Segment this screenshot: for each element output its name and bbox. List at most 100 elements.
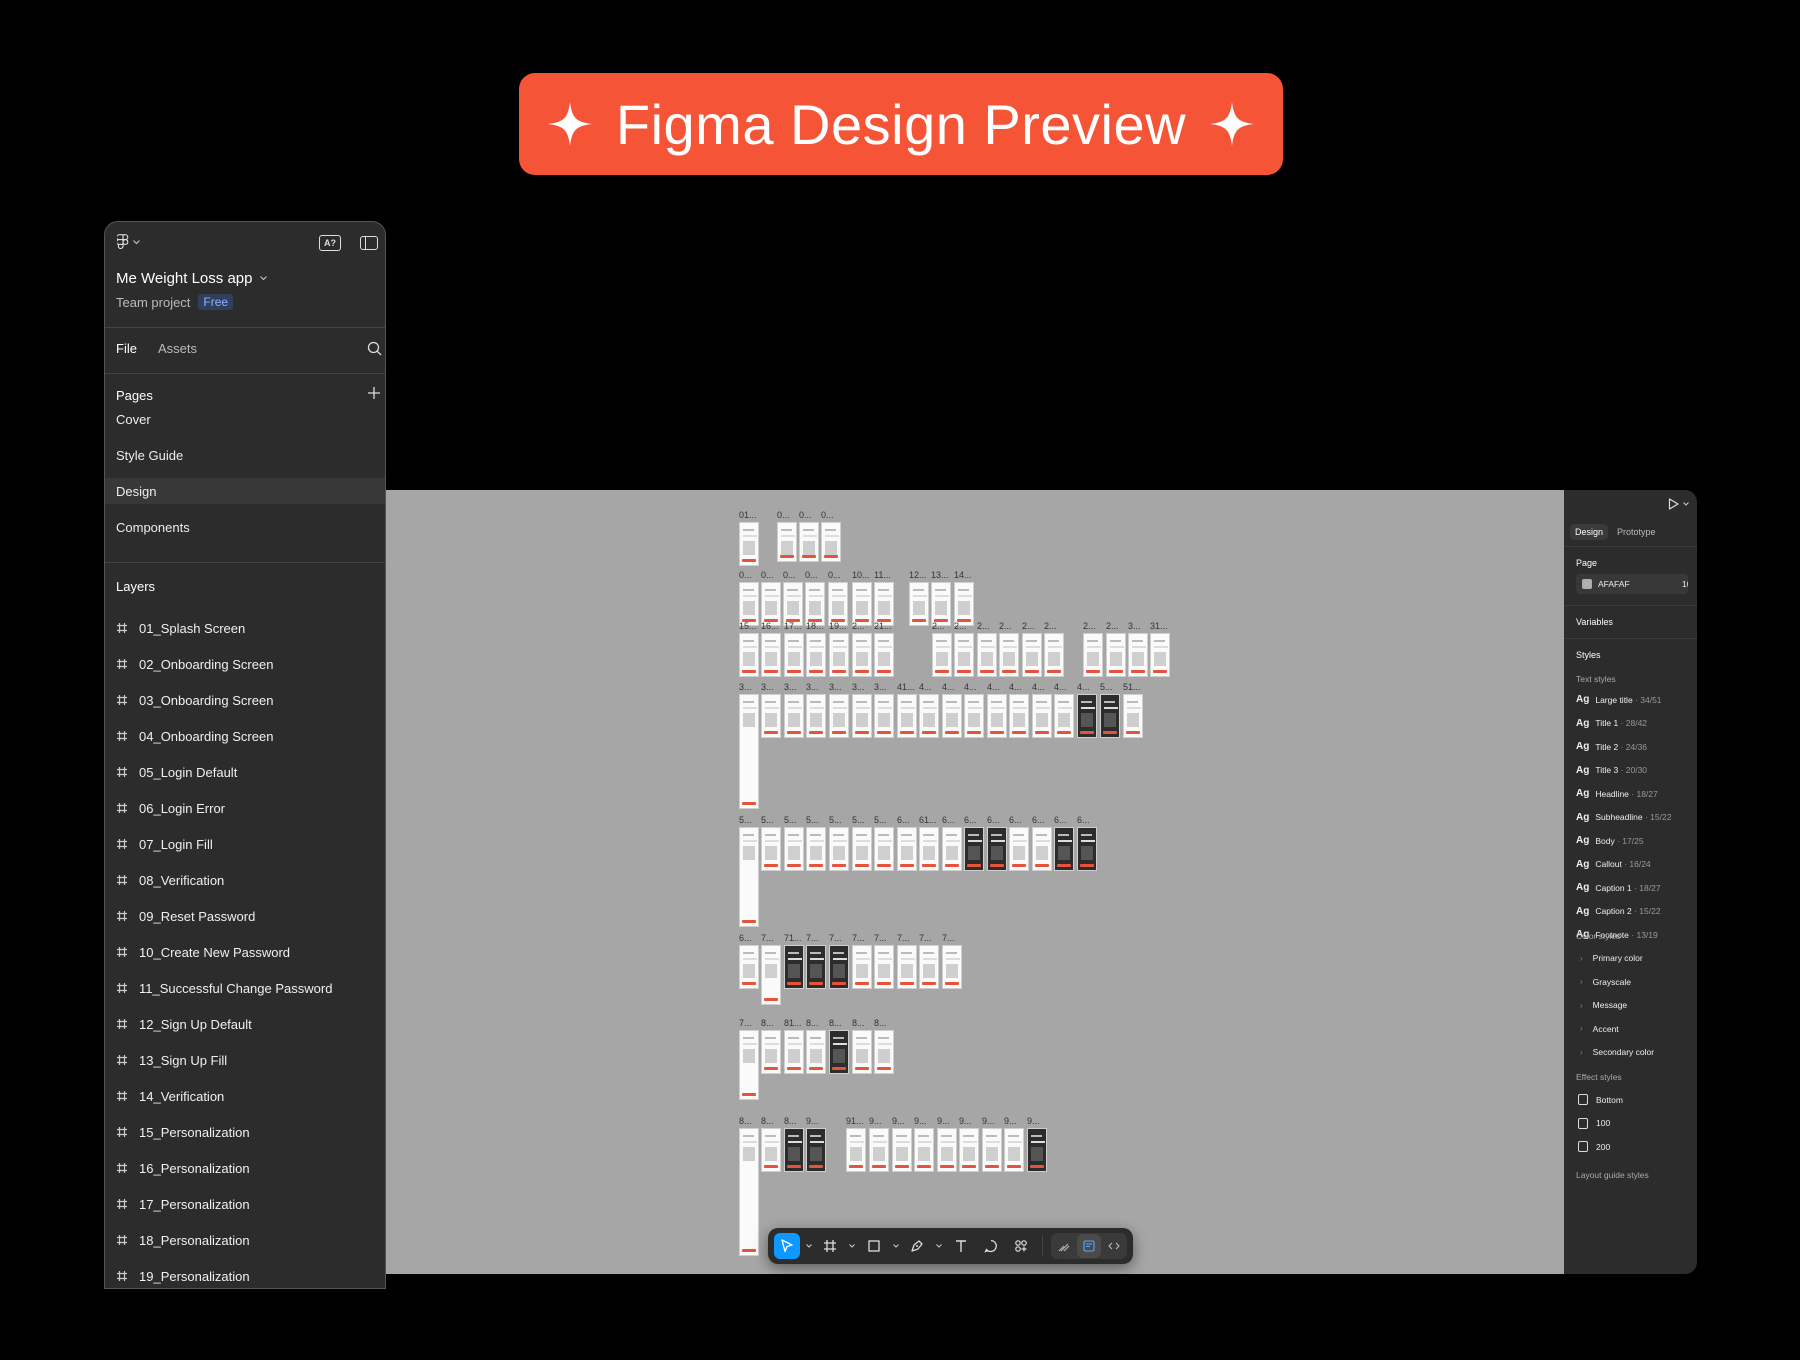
- screen-frame-thumbnail[interactable]: [1077, 694, 1097, 738]
- frame-label[interactable]: 8...: [874, 1018, 887, 1028]
- screen-frame-thumbnail[interactable]: [1027, 1128, 1047, 1172]
- frame-label[interactable]: 7...: [829, 933, 842, 943]
- frame-label[interactable]: 5...: [806, 815, 819, 825]
- screen-frame-thumbnail[interactable]: [874, 633, 894, 677]
- frame-label[interactable]: 5...: [739, 815, 752, 825]
- design-mode-button[interactable]: [1077, 1234, 1102, 1258]
- plan-badge[interactable]: Free: [198, 294, 234, 310]
- frame-label[interactable]: 0...: [821, 510, 834, 520]
- frame-label[interactable]: 18...: [806, 621, 824, 631]
- layer-item[interactable]: 06_Login Error: [105, 795, 385, 821]
- frame-label[interactable]: 9...: [806, 1116, 819, 1126]
- screen-frame-thumbnail[interactable]: [964, 827, 984, 871]
- screen-frame-thumbnail[interactable]: [852, 582, 872, 626]
- screen-frame-thumbnail[interactable]: [761, 582, 781, 626]
- screen-frame-thumbnail[interactable]: [806, 1128, 826, 1172]
- frame-label[interactable]: 9...: [1027, 1116, 1040, 1126]
- frame-label[interactable]: 8...: [739, 1116, 752, 1126]
- screen-frame-thumbnail[interactable]: [761, 827, 781, 871]
- screen-frame-thumbnail[interactable]: [739, 694, 759, 809]
- screen-frame-thumbnail[interactable]: [959, 1128, 979, 1172]
- effect-style-item[interactable]: Bottom: [1578, 1094, 1623, 1105]
- frame-label[interactable]: 0...: [777, 510, 790, 520]
- frame-label[interactable]: 3...: [829, 682, 842, 692]
- color-style-group[interactable]: › Message: [1580, 1000, 1627, 1010]
- screen-frame-thumbnail[interactable]: [852, 945, 872, 989]
- shape-tool-button[interactable]: [861, 1233, 887, 1259]
- frame-label[interactable]: 5...: [784, 815, 797, 825]
- screen-frame-thumbnail[interactable]: [829, 827, 849, 871]
- tab-design[interactable]: Design: [1570, 524, 1609, 540]
- pen-tool-menu[interactable]: [934, 1233, 943, 1259]
- color-style-group[interactable]: › Secondary color: [1580, 1047, 1654, 1057]
- frame-label[interactable]: 3...: [784, 682, 797, 692]
- frame-label[interactable]: 6...: [987, 815, 1000, 825]
- draw-mode-button[interactable]: [1052, 1234, 1076, 1258]
- screen-frame-thumbnail[interactable]: [799, 522, 819, 562]
- frame-label[interactable]: 6...: [964, 815, 977, 825]
- screen-frame-thumbnail[interactable]: [828, 582, 848, 626]
- frame-label[interactable]: 2...: [852, 621, 865, 631]
- project-name[interactable]: Me Weight Loss app: [116, 270, 268, 287]
- screen-frame-thumbnail[interactable]: [806, 633, 826, 677]
- screen-frame-thumbnail[interactable]: [874, 694, 894, 738]
- frame-label[interactable]: 6...: [1054, 815, 1067, 825]
- screen-frame-thumbnail[interactable]: [821, 522, 841, 562]
- frame-label[interactable]: 4...: [942, 682, 955, 692]
- layer-item[interactable]: 14_Verification: [105, 1083, 385, 1109]
- screen-frame-thumbnail[interactable]: [982, 1128, 1002, 1172]
- frame-label[interactable]: 3...: [1128, 621, 1141, 631]
- screen-frame-thumbnail[interactable]: [852, 633, 872, 677]
- text-style-item[interactable]: Ag Callout · 16/24: [1576, 859, 1651, 870]
- layer-item[interactable]: 18_Personalization: [105, 1227, 385, 1253]
- screen-frame-thumbnail[interactable]: [1150, 633, 1170, 677]
- screen-frame-thumbnail[interactable]: [1022, 633, 1042, 677]
- screen-frame-thumbnail[interactable]: [852, 694, 872, 738]
- text-tool-button[interactable]: [948, 1233, 974, 1259]
- screen-frame-thumbnail[interactable]: [829, 1030, 849, 1074]
- frame-tool-button[interactable]: [817, 1233, 843, 1259]
- screen-frame-thumbnail[interactable]: [909, 582, 929, 626]
- layer-item[interactable]: 08_Verification: [105, 867, 385, 893]
- screen-frame-thumbnail[interactable]: [761, 1030, 781, 1074]
- screen-frame-thumbnail[interactable]: [805, 582, 825, 626]
- screen-frame-thumbnail[interactable]: [1009, 827, 1029, 871]
- frame-label[interactable]: 7...: [919, 933, 932, 943]
- screen-frame-thumbnail[interactable]: [761, 945, 781, 1005]
- page-item[interactable]: Components: [105, 514, 385, 540]
- frame-label[interactable]: 8...: [761, 1018, 774, 1028]
- frame-label[interactable]: 2...: [999, 621, 1012, 631]
- frame-label[interactable]: 2...: [1083, 621, 1096, 631]
- page-item[interactable]: Cover: [105, 406, 385, 432]
- frame-label[interactable]: 9...: [1004, 1116, 1017, 1126]
- frame-tool-menu[interactable]: [848, 1233, 857, 1259]
- tab-assets[interactable]: Assets: [158, 341, 197, 356]
- screen-frame-thumbnail[interactable]: [761, 633, 781, 677]
- screen-frame-thumbnail[interactable]: [942, 694, 962, 738]
- page-item[interactable]: Style Guide: [105, 442, 385, 468]
- screen-frame-thumbnail[interactable]: [784, 945, 804, 989]
- screen-frame-thumbnail[interactable]: [777, 522, 797, 562]
- frame-label[interactable]: 5...: [1100, 682, 1113, 692]
- screen-frame-thumbnail[interactable]: [1054, 827, 1074, 871]
- screen-frame-thumbnail[interactable]: [739, 633, 759, 677]
- screen-frame-thumbnail[interactable]: [999, 633, 1019, 677]
- comment-tool-button[interactable]: [978, 1233, 1004, 1259]
- frame-label[interactable]: 5...: [852, 815, 865, 825]
- layer-item[interactable]: 16_Personalization: [105, 1155, 385, 1181]
- frame-label[interactable]: 4...: [1054, 682, 1067, 692]
- frame-label[interactable]: 10...: [852, 570, 870, 580]
- shape-tool-menu[interactable]: [891, 1233, 900, 1259]
- screen-frame-thumbnail[interactable]: [987, 827, 1007, 871]
- frame-label[interactable]: 4...: [964, 682, 977, 692]
- layer-item[interactable]: 12_Sign Up Default: [105, 1011, 385, 1037]
- screen-frame-thumbnail[interactable]: [869, 1128, 889, 1172]
- screen-frame-thumbnail[interactable]: [1004, 1128, 1024, 1172]
- screen-frame-thumbnail[interactable]: [942, 945, 962, 989]
- frame-label[interactable]: 5...: [829, 815, 842, 825]
- layer-item[interactable]: 19_Personalization: [105, 1263, 385, 1288]
- frame-label[interactable]: 8...: [761, 1116, 774, 1126]
- screen-frame-thumbnail[interactable]: [942, 827, 962, 871]
- frame-label[interactable]: 9...: [982, 1116, 995, 1126]
- layer-item[interactable]: 10_Create New Password: [105, 939, 385, 965]
